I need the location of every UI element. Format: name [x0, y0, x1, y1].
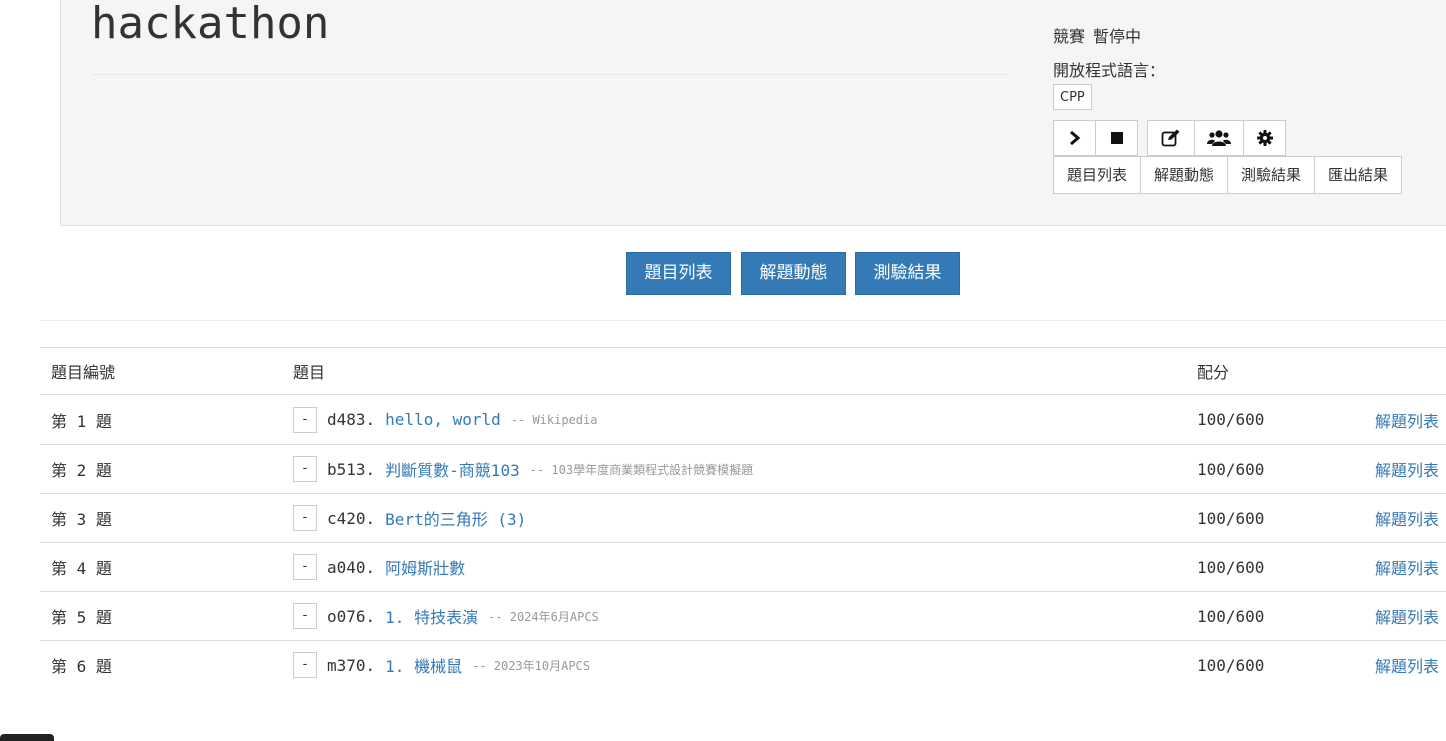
table-header: 題目編號 題目 配分	[40, 347, 1446, 395]
problem-cell: - d483. hello, world -- Wikipedia	[293, 395, 597, 444]
remove-problem-button[interactable]: -	[293, 603, 317, 629]
stop-contest-button[interactable]	[1095, 120, 1138, 156]
problem-cell: - m370. 1. 機械鼠 -- 2023年10月APCS	[293, 641, 590, 689]
contest-page: hackathon 競賽 暫停中 開放程式語言： CPP 題目列表 解題動態 測…	[0, 0, 1446, 741]
problem-source: -- 103學年度商業類程式設計競賽模擬題	[529, 462, 754, 477]
solution-list-link[interactable]: 解題列表	[1375, 494, 1439, 542]
floating-widget-edge[interactable]	[0, 734, 54, 741]
solution-list-link[interactable]: 解題列表	[1375, 543, 1439, 591]
table-row: 第 4 題 - a040. 阿姆斯壯數 100/600 解題列表	[40, 542, 1446, 591]
status-value: 暫停中	[1093, 27, 1142, 46]
contest-status: 競賽 暫停中	[1053, 26, 1141, 48]
contestants-button[interactable]	[1194, 120, 1244, 156]
remove-problem-button[interactable]: -	[293, 456, 317, 482]
solution-list-link[interactable]: 解題列表	[1375, 395, 1439, 444]
submission-status-button[interactable]: 解題動態	[1140, 156, 1229, 194]
problem-id: o076.	[327, 606, 376, 626]
gear-icon	[1256, 130, 1273, 146]
remove-problem-button[interactable]: -	[293, 505, 317, 531]
problem-cell: - o076. 1. 特技表演 -- 2024年6月APCS	[293, 592, 599, 640]
table-row: 第 6 題 - m370. 1. 機械鼠 -- 2023年10月APCS 100…	[40, 640, 1446, 689]
problem-cell: - b513. 判斷質數-商競103 -- 103學年度商業類程式設計競賽模擬題	[293, 445, 753, 493]
solution-list-link[interactable]: 解題列表	[1375, 641, 1439, 689]
problem-number: 第 2 題	[51, 461, 112, 480]
remove-problem-button[interactable]: -	[293, 652, 317, 678]
problem-id: a040.	[327, 557, 376, 577]
problem-id: d483.	[327, 410, 376, 429]
manage-controls	[1147, 120, 1286, 156]
section-divider	[40, 320, 1446, 321]
stop-icon	[1110, 132, 1123, 144]
header-actions: 題目列表 解題動態 測驗結果 匯出結果	[1053, 156, 1403, 194]
table-row: 第 2 題 - b513. 判斷質數-商競103 -- 103學年度商業類程式設…	[40, 444, 1446, 493]
problem-number: 第 3 題	[51, 510, 112, 529]
run-controls	[1053, 120, 1138, 156]
problem-title-link[interactable]: 1. 機械鼠	[385, 653, 462, 677]
title-divider	[93, 74, 1007, 75]
nav-problem-list-button[interactable]: 題目列表	[626, 252, 731, 295]
problem-cell: - a040. 阿姆斯壯數	[293, 543, 475, 591]
test-results-button[interactable]: 測驗結果	[1227, 156, 1316, 194]
problem-score: 100/600	[1197, 459, 1265, 479]
remove-problem-button[interactable]: -	[293, 554, 317, 580]
problem-number: 第 5 題	[51, 608, 112, 627]
problem-title-link[interactable]: 阿姆斯壯數	[385, 555, 465, 579]
languages-label: 開放程式語言：	[1053, 61, 1166, 80]
problem-title-link[interactable]: 1. 特技表演	[385, 604, 478, 628]
problem-number: 第 6 題	[51, 657, 112, 676]
problem-id: m370.	[327, 655, 376, 675]
problem-table: 題目編號 題目 配分 第 1 題 - d483. hello, world --…	[40, 347, 1446, 689]
start-contest-button[interactable]	[1053, 120, 1096, 156]
problem-number: 第 4 題	[51, 559, 112, 578]
settings-button[interactable]	[1243, 120, 1286, 156]
problem-cell: - c420. Bert的三角形 (3)	[293, 494, 536, 542]
problem-source: -- 2024年6月APCS	[488, 609, 599, 624]
problem-title-link[interactable]: Bert的三角形 (3)	[385, 506, 526, 530]
header-problem: 題目	[293, 363, 326, 382]
header-number: 題目編號	[51, 363, 116, 382]
problem-source: -- Wikipedia	[510, 412, 598, 427]
table-row: 第 3 題 - c420. Bert的三角形 (3) 100/600 解題列表	[40, 493, 1446, 542]
problem-score: 100/600	[1197, 508, 1265, 528]
problem-source: -- 2023年10月APCS	[472, 658, 590, 673]
nav-submission-status-button[interactable]: 解題動態	[741, 252, 846, 295]
edit-icon	[1161, 129, 1180, 147]
problem-number: 第 1 題	[51, 411, 112, 431]
table-row: 第 1 題 - d483. hello, world -- Wikipedia …	[40, 395, 1446, 444]
solution-list-link[interactable]: 解題列表	[1375, 592, 1439, 640]
problem-id: c420.	[327, 508, 376, 528]
edit-contest-button[interactable]	[1147, 120, 1195, 156]
nav-test-results-button[interactable]: 測驗結果	[855, 252, 960, 295]
users-icon	[1207, 130, 1231, 146]
problem-id: b513.	[327, 459, 376, 479]
language-badge: CPP	[1053, 84, 1092, 110]
problem-score: 100/600	[1197, 655, 1265, 675]
header-score: 配分	[1197, 363, 1230, 382]
problem-score: 100/600	[1197, 557, 1265, 577]
table-row: 第 5 題 - o076. 1. 特技表演 -- 2024年6月APCS 100…	[40, 591, 1446, 640]
remove-problem-button[interactable]: -	[293, 406, 317, 433]
problem-score: 100/600	[1197, 410, 1265, 429]
problem-list-button[interactable]: 題目列表	[1053, 156, 1142, 194]
problem-score: 100/600	[1197, 606, 1265, 626]
status-label: 競賽	[1053, 27, 1086, 46]
problem-title-link[interactable]: hello, world	[385, 410, 501, 429]
problem-title-link[interactable]: 判斷質數-商競103	[385, 457, 520, 481]
solution-list-link[interactable]: 解題列表	[1375, 445, 1439, 493]
contest-title: hackathon	[91, 0, 330, 49]
export-results-button[interactable]: 匯出結果	[1314, 156, 1403, 194]
chevron-right-icon	[1069, 131, 1080, 145]
